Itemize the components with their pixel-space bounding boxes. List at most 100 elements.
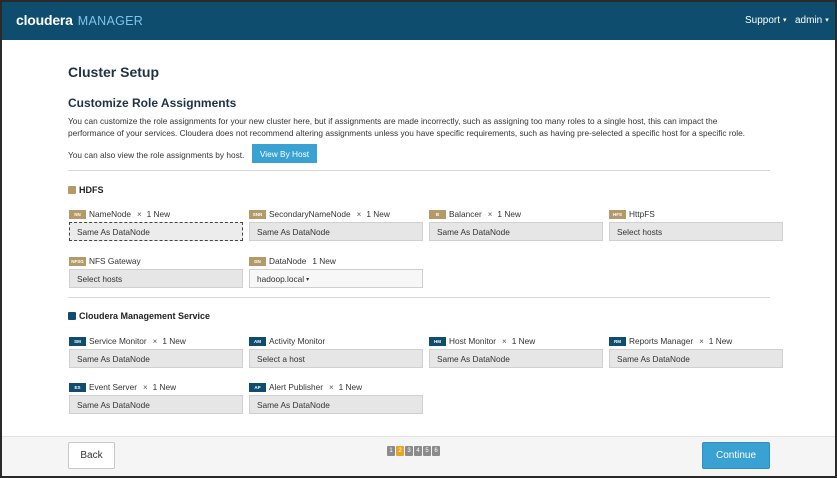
role-label: RM Reports Manager × 1 New bbox=[609, 336, 732, 346]
host-selector[interactable]: Select a host bbox=[249, 349, 423, 368]
wizard-step: 1 bbox=[387, 446, 395, 456]
remove-role-icon[interactable]: × bbox=[329, 383, 334, 392]
role-label: SNN SecondaryNameNode × 1 New bbox=[249, 209, 390, 219]
role-label: NFSG NFS Gateway bbox=[69, 256, 141, 266]
role-count: 1 New bbox=[511, 336, 536, 346]
role-badge: HM bbox=[429, 337, 446, 346]
wizard-step: 5 bbox=[423, 446, 431, 456]
service-title-label: Cloudera Management Service bbox=[79, 311, 211, 321]
remove-role-icon[interactable]: × bbox=[137, 210, 142, 219]
wizard-step: 3 bbox=[405, 446, 413, 456]
role-count: 1 New bbox=[338, 382, 363, 392]
role-nfs-gateway: NFSG NFS Gateway Select hosts bbox=[69, 256, 245, 296]
role-badge: RM bbox=[609, 337, 626, 346]
role-name: Activity Monitor bbox=[269, 336, 326, 346]
host-selector[interactable]: Same As DataNode bbox=[429, 222, 603, 241]
role-label: SM Service Monitor × 1 New bbox=[69, 336, 186, 346]
role-count: 1 New bbox=[146, 209, 171, 219]
role-name: Balancer bbox=[449, 209, 482, 219]
role-label: AM Activity Monitor bbox=[249, 336, 325, 346]
support-menu-label: Support bbox=[745, 15, 781, 26]
role-count: 1 New bbox=[162, 336, 186, 346]
remove-role-icon[interactable]: × bbox=[502, 337, 507, 346]
role-datanode: DN DataNode 1 New hadoop.local ▾ bbox=[249, 256, 425, 296]
role-name: Alert Publisher bbox=[269, 382, 323, 392]
page-title: Cluster Setup bbox=[68, 64, 160, 80]
role-count: 1 New bbox=[152, 382, 177, 392]
divider bbox=[68, 170, 770, 171]
host-selector[interactable]: Same As DataNode bbox=[609, 349, 783, 368]
divider bbox=[68, 297, 770, 298]
user-menu[interactable]: admin ▾ bbox=[795, 15, 829, 26]
role-name: Host Monitor bbox=[449, 336, 497, 346]
wizard-step: 6 bbox=[432, 446, 440, 456]
chevron-down-icon: ▾ bbox=[783, 17, 787, 24]
role-badge: SNN bbox=[249, 210, 266, 219]
role-count: 1 New bbox=[366, 209, 390, 219]
role-badge: AM bbox=[249, 337, 266, 346]
wizard-footer: Back 123456 Continue bbox=[2, 436, 835, 476]
host-selector[interactable]: Same As DataNode bbox=[249, 395, 423, 414]
role-badge: NFSG bbox=[69, 257, 86, 266]
role-name: Service Monitor bbox=[89, 336, 147, 346]
role-badge: HFS bbox=[609, 210, 626, 219]
role-badge: B bbox=[429, 210, 446, 219]
role-label: HFS HttpFS bbox=[609, 209, 655, 219]
role-name: Reports Manager bbox=[629, 336, 694, 346]
chevron-down-icon: ▾ bbox=[306, 277, 310, 283]
role-badge: ES bbox=[69, 383, 86, 392]
role-event-server: ES Event Server × 1 New Same As DataNode bbox=[69, 382, 245, 422]
chevron-down-icon: ▾ bbox=[825, 17, 829, 24]
service-title-hdfs: HDFS bbox=[68, 185, 104, 195]
role-host-monitor: HM Host Monitor × 1 New Same As DataNode bbox=[429, 336, 605, 376]
role-badge: DN bbox=[249, 257, 266, 266]
role-name: DataNode bbox=[269, 256, 307, 266]
back-button[interactable]: Back bbox=[68, 442, 115, 469]
role-alert-publisher: AP Alert Publisher × 1 New Same As DataNode bbox=[249, 382, 425, 422]
continue-button[interactable]: Continue bbox=[702, 442, 770, 469]
host-selector[interactable]: Same As DataNode bbox=[69, 395, 243, 414]
role-activity-monitor: AM Activity Monitor Select a host bbox=[249, 336, 425, 376]
host-selector[interactable]: Same As DataNode bbox=[249, 222, 423, 241]
remove-role-icon[interactable]: × bbox=[153, 337, 158, 346]
host-selector[interactable]: Same As DataNode bbox=[69, 222, 243, 241]
wizard-step-current: 2 bbox=[396, 446, 404, 456]
remove-role-icon[interactable]: × bbox=[699, 337, 704, 346]
wizard-step-indicator: 123456 bbox=[387, 446, 441, 456]
role-label: ES Event Server × 1 New bbox=[69, 382, 176, 392]
view-by-host-button[interactable]: View By Host bbox=[252, 144, 317, 163]
role-count: 1 New bbox=[312, 256, 336, 266]
by-host-text: You can also view the role assignments b… bbox=[68, 150, 245, 160]
cms-service-icon bbox=[68, 312, 76, 320]
role-httpfs: HFS HttpFS Select hosts bbox=[609, 209, 785, 249]
support-menu[interactable]: Support ▾ bbox=[745, 15, 787, 26]
host-selector[interactable]: Select hosts bbox=[609, 222, 783, 241]
role-balancer: B Balancer × 1 New Same As DataNode bbox=[429, 209, 605, 249]
remove-role-icon[interactable]: × bbox=[488, 210, 493, 219]
cloudera-manager-logo[interactable]: cloudera MANAGER bbox=[16, 12, 143, 28]
wizard-step: 4 bbox=[414, 446, 422, 456]
logo-product: MANAGER bbox=[77, 14, 144, 28]
role-secondarynamenode: SNN SecondaryNameNode × 1 New Same As DataN… bbox=[249, 209, 425, 249]
remove-role-icon[interactable]: × bbox=[357, 210, 362, 219]
role-badge: SM bbox=[69, 337, 86, 346]
remove-role-icon[interactable]: × bbox=[143, 383, 148, 392]
hdfs-service-icon bbox=[68, 186, 76, 194]
main-content: Cluster Setup Customize Role Assignments… bbox=[2, 40, 835, 436]
role-count: 1 New bbox=[708, 336, 733, 346]
host-selector[interactable]: Select hosts bbox=[69, 269, 243, 288]
role-name: Event Server bbox=[89, 382, 137, 392]
host-selector[interactable]: Same As DataNode bbox=[429, 349, 603, 368]
role-badge: AP bbox=[249, 383, 266, 392]
service-title-cms: Cloudera Management Service bbox=[68, 311, 210, 321]
section-title: Customize Role Assignments bbox=[68, 96, 237, 110]
host-selector[interactable]: hadoop.local ▾ bbox=[249, 269, 423, 288]
role-reports-manager: RM Reports Manager × 1 New Same As DataNode bbox=[609, 336, 785, 376]
host-selector-value: hadoop.local bbox=[257, 274, 305, 284]
app-window: cloudera MANAGER Support ▾ admin ▾ Cluster … bbox=[2, 2, 835, 476]
host-selector[interactable]: Same As DataNode bbox=[69, 349, 243, 368]
role-badge: NN bbox=[69, 210, 86, 219]
role-name: NFS Gateway bbox=[89, 256, 141, 266]
role-name: SecondaryNameNode bbox=[269, 209, 351, 219]
user-menu-label: admin bbox=[795, 15, 823, 26]
